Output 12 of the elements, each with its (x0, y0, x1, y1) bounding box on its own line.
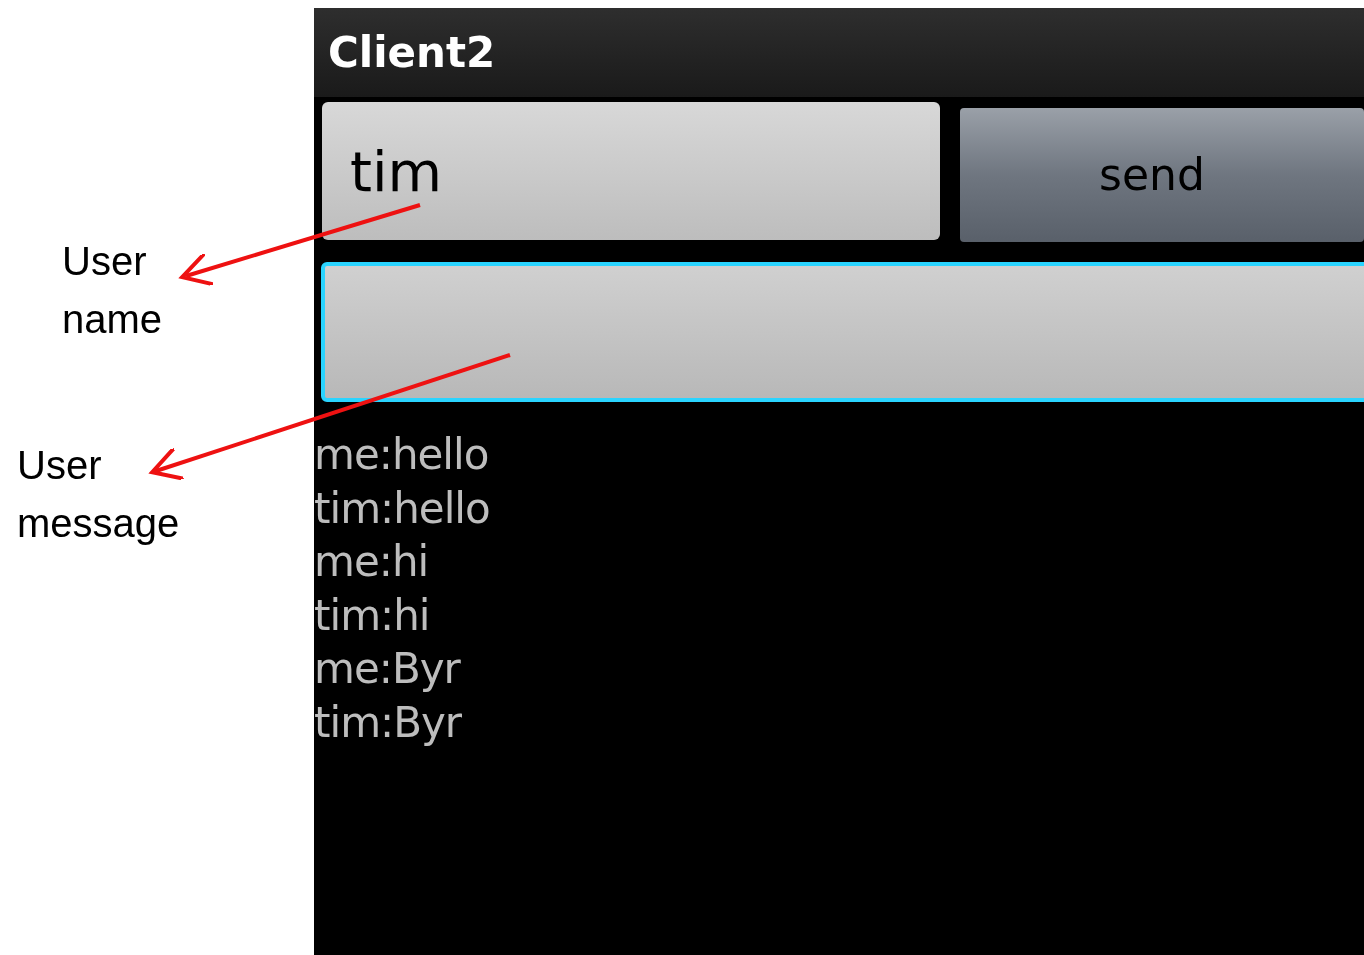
chat-message: me:Byr (314, 643, 462, 695)
chat-message: me:hi (314, 536, 430, 588)
chat-message: tim:hello (314, 482, 491, 535)
chat-message: tim:hi (314, 589, 431, 642)
message-field[interactable] (321, 262, 1364, 402)
window-title: Client2 (328, 27, 496, 79)
send-button[interactable]: send (960, 108, 1364, 242)
annotation-label: User name (62, 238, 164, 343)
annotation-label: User message (17, 442, 181, 547)
chat-message: me:hello (314, 429, 490, 481)
chat-message: tim:Byr (314, 696, 463, 749)
name-field[interactable]: tim (322, 102, 940, 240)
